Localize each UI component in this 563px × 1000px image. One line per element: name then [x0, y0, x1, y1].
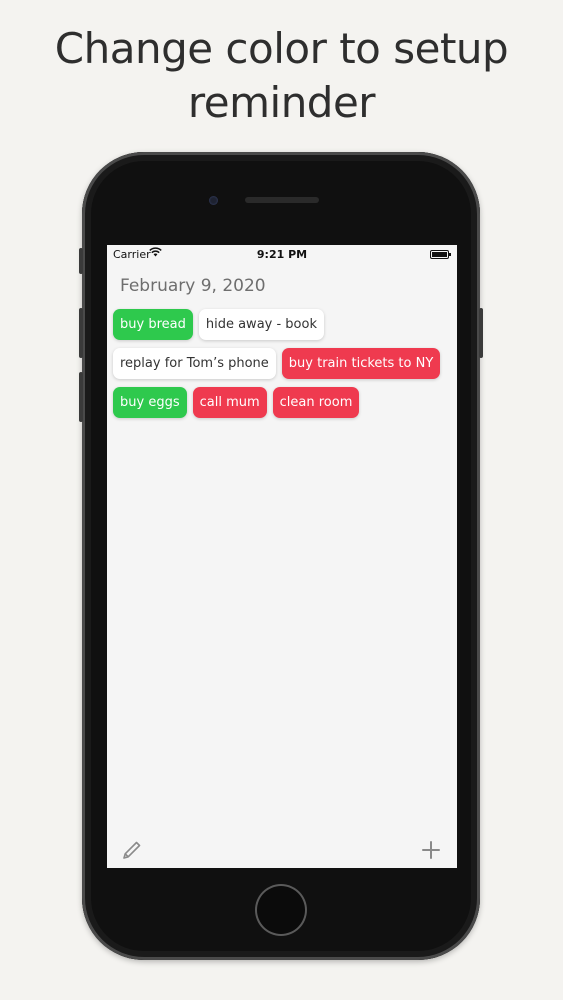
home-button[interactable]	[255, 884, 307, 936]
promo-headline: Change color to setup reminder	[0, 22, 563, 130]
tag-row: replay for Tom’s phone buy train tickets…	[113, 348, 453, 379]
battery-icon	[430, 250, 451, 259]
pencil-icon[interactable]	[121, 839, 143, 861]
mute-switch	[79, 248, 83, 274]
plus-icon[interactable]	[420, 839, 442, 861]
reminder-tag[interactable]: buy train tickets to NY	[281, 348, 441, 379]
reminder-tag-list: buy bread hide away - book replay for To…	[113, 309, 453, 426]
headline-line-1: Change color to setup	[54, 24, 509, 73]
page-date: February 9, 2020	[120, 276, 266, 296]
reminder-tag[interactable]: replay for Tom’s phone	[113, 348, 276, 379]
tag-row: buy eggs call mum clean room	[113, 387, 453, 418]
volume-up-button	[79, 308, 83, 358]
volume-down-button	[79, 372, 83, 422]
power-button	[479, 308, 483, 358]
status-bar: Carrier 9:21 PM	[107, 245, 457, 263]
phone-screen: Carrier 9:21 PM February 9, 2020 buy bre…	[107, 245, 457, 868]
headline-line-2: reminder	[187, 78, 376, 127]
tag-row: buy bread hide away - book	[113, 309, 453, 340]
reminder-tag[interactable]: hide away - book	[198, 309, 324, 340]
reminder-tag[interactable]: buy bread	[113, 309, 193, 340]
earpiece-speaker	[245, 197, 319, 203]
reminder-tag[interactable]: clean room	[272, 387, 360, 418]
front-camera	[209, 196, 218, 205]
reminder-tag[interactable]: call mum	[192, 387, 267, 418]
reminder-tag[interactable]: buy eggs	[113, 387, 187, 418]
status-time: 9:21 PM	[256, 248, 308, 261]
